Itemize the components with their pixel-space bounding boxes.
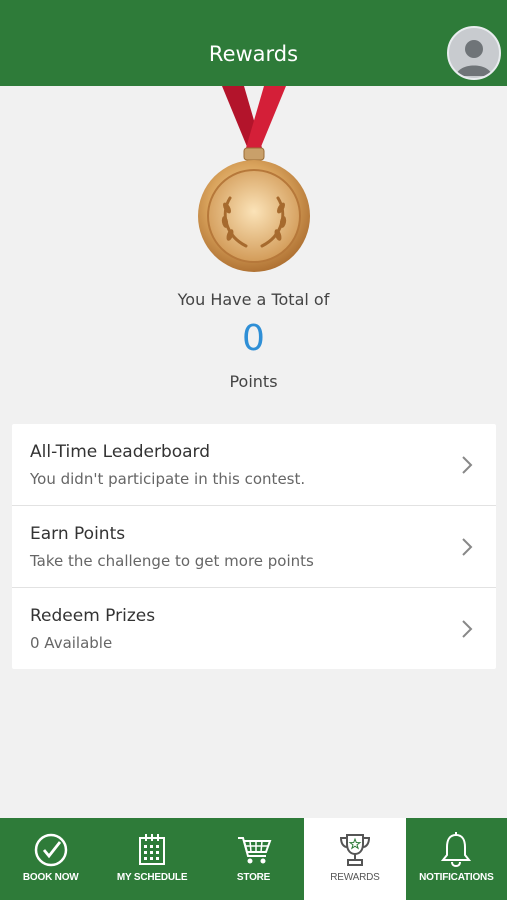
trophy-icon bbox=[339, 834, 370, 866]
medal-icon bbox=[198, 86, 310, 272]
tab-book-now[interactable]: BOOK NOW bbox=[0, 818, 101, 900]
row-title: All-Time Leaderboard bbox=[30, 442, 211, 462]
bell-icon bbox=[441, 832, 472, 868]
avatar[interactable] bbox=[447, 26, 501, 80]
chevron-right-icon bbox=[462, 620, 473, 638]
points-label: Points bbox=[229, 372, 278, 391]
leaderboard-row[interactable]: All-Time Leaderboard You didn't particip… bbox=[12, 424, 496, 506]
row-subtitle: 0 Available bbox=[30, 634, 113, 652]
rewards-menu-card: All-Time Leaderboard You didn't particip… bbox=[12, 424, 496, 669]
cart-icon bbox=[237, 837, 271, 864]
calendar-icon bbox=[139, 834, 166, 865]
tab-label: BOOK NOW bbox=[22, 872, 79, 883]
points-value: 0 bbox=[242, 318, 265, 359]
bottom-tab-bar: BOOK NOW MY SCHEDULE STORE REWARDS NOTIF… bbox=[0, 818, 507, 900]
row-title: Earn Points bbox=[30, 524, 126, 544]
user-icon bbox=[456, 40, 492, 76]
chevron-right-icon bbox=[462, 538, 473, 556]
earn-points-row[interactable]: Earn Points Take the challenge to get mo… bbox=[12, 506, 496, 588]
tab-store[interactable]: STORE bbox=[203, 818, 304, 900]
tab-my-schedule[interactable]: MY SCHEDULE bbox=[101, 818, 202, 900]
tab-label: REWARDS bbox=[330, 872, 380, 883]
page-title: Rewards bbox=[208, 42, 299, 66]
row-subtitle: Take the challenge to get more points bbox=[30, 552, 314, 570]
tab-label: NOTIFICATIONS bbox=[419, 872, 494, 883]
tab-label: MY SCHEDULE bbox=[116, 872, 188, 883]
row-subtitle: You didn't participate in this contest. bbox=[30, 470, 306, 488]
row-title: Redeem Prizes bbox=[30, 606, 156, 626]
chevron-right-icon bbox=[462, 456, 473, 474]
tab-notifications[interactable]: NOTIFICATIONS bbox=[406, 818, 507, 900]
tab-label: STORE bbox=[236, 872, 271, 883]
redeem-prizes-row[interactable]: Redeem Prizes 0 Available bbox=[12, 588, 496, 670]
app-header: Rewards bbox=[0, 0, 507, 86]
tab-rewards[interactable]: REWARDS bbox=[304, 818, 406, 900]
points-total-caption: You Have a Total of bbox=[177, 290, 330, 309]
check-circle-icon bbox=[34, 833, 67, 867]
